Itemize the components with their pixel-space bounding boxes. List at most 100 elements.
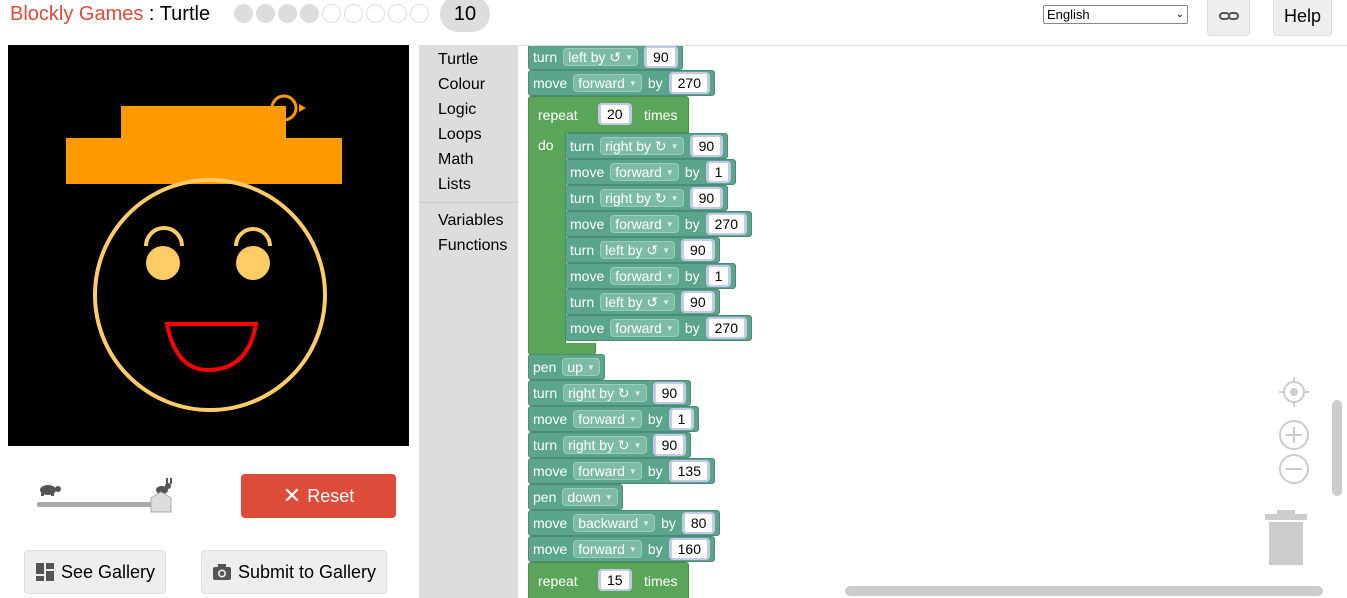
direction-dropdown[interactable]: right by ↻ ▼ (563, 384, 647, 402)
angle-value[interactable]: 90 (655, 384, 684, 402)
direction-dropdown[interactable]: backward ▼ (573, 514, 656, 532)
direction-dropdown[interactable]: forward ▼ (610, 267, 679, 285)
block-repeat[interactable]: repeat 15 times (528, 562, 689, 598)
toolbox-functions[interactable]: Functions (438, 237, 507, 255)
level-dot-1[interactable] (234, 4, 253, 23)
toolbox-variables[interactable]: Variables (438, 212, 504, 230)
zoom-in-icon[interactable] (1278, 419, 1310, 451)
block-turn[interactable]: turn left by ↺ ▼ 90 (565, 237, 720, 263)
block-move[interactable]: move forward ▼ by 270 (528, 70, 715, 96)
block-turn[interactable]: turn right by ↻ ▼ 90 (565, 133, 729, 159)
block-repeat[interactable]: repeat 20 times (528, 96, 689, 133)
angle-value[interactable]: 90 (692, 137, 721, 155)
block-move[interactable]: move forward ▼ by 1 (565, 263, 737, 289)
distance-value[interactable]: 80 (684, 514, 713, 532)
trash-icon[interactable] (1263, 509, 1309, 567)
distance-value[interactable]: 270 (708, 319, 744, 337)
block-move[interactable]: move forward ▼ by 135 (528, 458, 715, 484)
toolbox-colour[interactable]: Colour (438, 76, 485, 94)
direction-dropdown[interactable]: left by ↺ ▼ (600, 241, 676, 259)
block-pen[interactable]: pen down ▼ (528, 484, 623, 510)
mouth (164, 322, 259, 373)
direction-dropdown[interactable]: left by ↺ ▼ (600, 293, 676, 311)
angle-value[interactable]: 90 (647, 48, 675, 66)
distance-value[interactable]: 1 (708, 267, 729, 285)
game-name: Turtle (159, 3, 211, 25)
reset-button[interactable]: ✕ Reset (241, 474, 396, 518)
horizontal-scrollbar[interactable] (845, 586, 1323, 596)
angle-value[interactable]: 90 (684, 293, 712, 311)
submit-gallery-label: Submit to Gallery (237, 561, 377, 582)
toolbox-logic[interactable]: Logic (438, 101, 476, 119)
repeat-count[interactable]: 20 (601, 105, 629, 123)
header: Blockly Games : Turtle 10 English ⌄ Help (0, 0, 1347, 36)
speed-slider[interactable] (30, 478, 180, 518)
toolbox-lists[interactable]: Lists (438, 176, 471, 194)
block-keyword: move (533, 463, 568, 479)
block-move[interactable]: move forward ▼ by 1 (528, 406, 700, 432)
help-button[interactable]: Help (1273, 0, 1332, 36)
block-move[interactable]: move backward ▼ by 80 (528, 510, 721, 536)
times-label: times (644, 107, 678, 123)
distance-value[interactable]: 270 (708, 215, 744, 233)
by-label: by (684, 164, 700, 180)
distance-value[interactable]: 135 (671, 462, 707, 480)
level-dot-2[interactable] (256, 4, 275, 23)
direction-dropdown[interactable]: right by ↻ ▼ (600, 137, 684, 155)
pen-dropdown[interactable]: down ▼ (562, 488, 618, 506)
block-pen[interactable]: pen up ▼ (528, 354, 605, 380)
level-dot-7[interactable] (366, 4, 385, 23)
angle-value[interactable]: 90 (684, 241, 712, 259)
level-dot-9[interactable] (410, 4, 429, 23)
toolbox-loops[interactable]: Loops (438, 126, 482, 144)
block-move[interactable]: move forward ▼ by 270 (565, 211, 752, 237)
language-select[interactable]: English ⌄ (1043, 5, 1188, 24)
direction-dropdown[interactable]: right by ↻ ▼ (563, 436, 647, 454)
see-gallery-button[interactable]: See Gallery (24, 550, 166, 594)
block-turn[interactable]: turn left by ↺ ▼ 90 (565, 289, 720, 315)
toolbox-turtle[interactable]: Turtle (438, 51, 478, 69)
blockly-workspace[interactable]: turn left by ↺ ▼ 90 move forward ▼ by 270 … (518, 45, 1347, 598)
distance-value[interactable]: 1 (708, 163, 729, 181)
block-turn[interactable]: turn left by ↺ ▼ 90 (528, 46, 683, 70)
distance-value[interactable]: 160 (671, 540, 707, 558)
toolbox-separator (419, 202, 518, 203)
language-value: English (1047, 7, 1090, 22)
current-level-badge[interactable]: 10 (440, 0, 490, 32)
zoom-out-icon[interactable] (1278, 453, 1310, 485)
link-button[interactable] (1207, 0, 1250, 36)
direction-dropdown[interactable]: forward ▼ (573, 540, 642, 558)
angle-value[interactable]: 90 (692, 189, 721, 207)
block-keyword: turn (570, 190, 595, 206)
submit-gallery-button[interactable]: Submit to Gallery (201, 550, 387, 594)
block-move[interactable]: move forward ▼ by 1 (565, 159, 737, 185)
block-turn[interactable]: turn right by ↻ ▼ 90 (565, 185, 729, 211)
direction-dropdown[interactable]: forward ▼ (573, 462, 642, 480)
direction-dropdown[interactable]: forward ▼ (610, 163, 679, 181)
block-turn[interactable]: turn right by ↻ ▼ 90 (528, 380, 692, 406)
angle-value[interactable]: 90 (655, 436, 684, 454)
recenter-icon[interactable] (1278, 376, 1310, 408)
brand-link[interactable]: Blockly Games (10, 3, 143, 25)
pen-dropdown[interactable]: up ▼ (562, 358, 600, 376)
direction-dropdown[interactable]: forward ▼ (573, 410, 642, 428)
level-dot-5[interactable] (322, 4, 341, 23)
level-dot-3[interactable] (278, 4, 297, 23)
level-dot-4[interactable] (300, 4, 319, 23)
level-dot-6[interactable] (344, 4, 363, 23)
block-move[interactable]: move forward ▼ by 270 (565, 315, 752, 341)
distance-value[interactable]: 1 (671, 410, 692, 428)
block-keyword: turn (570, 138, 595, 154)
block-move[interactable]: move forward ▼ by 160 (528, 536, 715, 562)
direction-dropdown[interactable]: forward ▼ (610, 319, 679, 337)
direction-dropdown[interactable]: left by ↺ ▼ (563, 48, 639, 66)
distance-value[interactable]: 270 (671, 74, 707, 92)
repeat-count[interactable]: 15 (601, 571, 629, 589)
direction-dropdown[interactable]: right by ↻ ▼ (600, 189, 684, 207)
toolbox-math[interactable]: Math (438, 151, 474, 169)
block-turn[interactable]: turn right by ↻ ▼ 90 (528, 432, 692, 458)
direction-dropdown[interactable]: forward ▼ (573, 74, 642, 92)
vertical-scrollbar[interactable] (1332, 400, 1342, 496)
direction-dropdown[interactable]: forward ▼ (610, 215, 679, 233)
level-dot-8[interactable] (388, 4, 407, 23)
